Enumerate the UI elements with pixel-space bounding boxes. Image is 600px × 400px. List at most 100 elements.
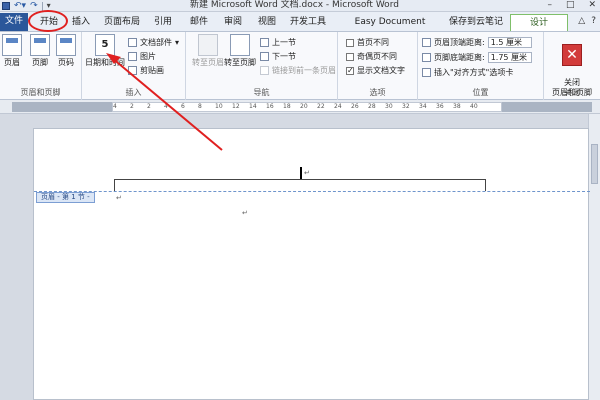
group-header-footer: 页眉 页脚 页码 页眉和页脚 — [0, 32, 82, 100]
customize-qat-icon[interactable]: ▾ — [47, 2, 51, 10]
group-label-insert: 插入 — [125, 88, 142, 97]
group-options: 首页不同 奇偶页不同 ✓ 显示文档文字 选项 — [338, 32, 418, 100]
different-first-page-checkbox[interactable]: 首页不同 — [346, 36, 389, 49]
scrollbar-thumb[interactable] — [591, 144, 598, 184]
footer-distance-input[interactable]: 1.75 厘米 — [487, 52, 532, 63]
ruler-number: 14 — [249, 103, 257, 110]
ribbon-tabs: 文件 开始 插入 页面布局 引用 邮件 审阅 视图 开发工具 Easy Docu… — [0, 12, 600, 44]
goto-header-icon — [198, 34, 218, 56]
header-border-line — [114, 179, 486, 180]
ruler-number: 28 — [368, 103, 376, 110]
next-section-icon — [260, 52, 269, 61]
picture-button[interactable]: 图片 — [128, 50, 156, 63]
body-paragraph-mark: ↵ — [242, 209, 248, 217]
footer-distance-icon — [422, 53, 431, 62]
clipart-button[interactable]: 剪贴画 — [128, 64, 164, 77]
tab-insert[interactable]: 插入 — [68, 14, 94, 31]
header-corner-right — [485, 179, 486, 191]
tab-file[interactable]: 文件 — [0, 13, 28, 31]
tab-mailings[interactable]: 邮件 — [186, 14, 212, 31]
group-position: 页眉顶端距离: 1.5 厘米 页脚底端距离: 1.75 厘米 插入"对齐方式"选… — [418, 32, 544, 100]
horizontal-ruler[interactable]: 4 2 2 4 6 8 10 12 14 16 18 20 22 24 26 28 30 32 34 36 38 40 — [0, 100, 600, 114]
insert-alignment-tab-button[interactable]: 插入"对齐方式"选项卡 — [422, 66, 513, 79]
ruler-number: 26 — [351, 103, 359, 110]
window-title: 新建 Microsoft Word 文档.docx - Microsoft Wo… — [190, 0, 399, 10]
group-label-header-footer: 页眉和页脚 — [20, 88, 61, 97]
checkbox-unchecked-icon — [346, 38, 354, 47]
checkbox-checked-icon: ✓ — [346, 65, 354, 75]
ruler-number: 10 — [215, 103, 223, 110]
tab-easy-document-creator[interactable]: Easy Document Creator — [338, 14, 442, 44]
ruler-left-margin — [12, 102, 112, 112]
group-close: ✕ 关闭 页眉和页脚 关闭 — [544, 32, 600, 100]
header-icon — [2, 34, 22, 56]
ruler-number: 32 — [402, 103, 410, 110]
ruler-number: 30 — [385, 103, 393, 110]
header-distance-icon — [422, 38, 431, 47]
show-document-text-checkbox[interactable]: ✓ 显示文档文字 — [346, 64, 405, 77]
undo-icon[interactable]: ↶▾ — [14, 2, 26, 11]
footer-distance-row: 页脚底端距离: 1.75 厘米 — [422, 51, 532, 64]
ruler-number: 34 — [419, 103, 427, 110]
header-section-tag: 页眉 - 第 1 节 - — [36, 192, 95, 203]
goto-header-button[interactable]: 转至页眉 — [192, 34, 224, 68]
title-bar: ↶▾ ↷ ▾ 新建 Microsoft Word 文档.docx - Micro… — [0, 0, 600, 12]
maximize-button[interactable]: □ — [566, 0, 575, 11]
ruler-number: 4 — [113, 103, 117, 110]
ruler-number: 22 — [317, 103, 325, 110]
tab-references[interactable]: 引用 — [150, 14, 176, 31]
header-distance-row: 页眉顶端距离: 1.5 厘米 — [422, 36, 532, 49]
tab-page-layout[interactable]: 页面布局 — [100, 14, 144, 31]
tag-paragraph-mark: ↵ — [116, 194, 122, 202]
help-icon[interactable]: ? — [591, 16, 596, 26]
footer-icon — [30, 34, 50, 56]
document-page[interactable]: ↵ 页眉 - 第 1 节 - ↵ ↵ — [33, 128, 590, 400]
tab-save-to-cloud-note[interactable]: 保存到云笔记 — [446, 14, 506, 31]
header-boundary-dashed — [34, 191, 590, 192]
vertical-scrollbar[interactable] — [588, 114, 600, 400]
next-section-button[interactable]: 下一节 — [260, 50, 296, 63]
header-distance-input[interactable]: 1.5 厘米 — [487, 37, 532, 48]
goto-footer-button[interactable]: 转至页脚 — [224, 34, 256, 68]
clipart-icon — [128, 66, 137, 75]
ribbon-collapse-icon[interactable]: △ — [578, 16, 585, 26]
prev-section-button[interactable]: 上一节 — [260, 36, 296, 49]
window-controls: – □ ✕ — [547, 0, 596, 11]
ruler-number: 24 — [334, 103, 342, 110]
ruler-number: 40 — [470, 103, 478, 110]
minimize-button[interactable]: – — [547, 0, 552, 11]
ribbon: 页眉 页脚 页码 页眉和页脚 5 日期和时间 文档部件▾ 图片 剪贴画 插入 — [0, 32, 600, 100]
group-label-options: 选项 — [369, 88, 386, 97]
checkbox-unchecked-icon — [346, 52, 354, 61]
save-icon[interactable] — [2, 2, 10, 10]
prev-section-icon — [260, 38, 269, 47]
ruler-number: 20 — [300, 103, 308, 110]
ruler-number: 6 — [181, 103, 185, 110]
doc-parts-icon — [128, 38, 137, 47]
annotation-circle — [28, 10, 68, 32]
link-icon — [260, 66, 269, 75]
tab-developer[interactable]: 开发工具 — [286, 14, 330, 31]
link-to-previous-button[interactable]: 链接到前一条页眉 — [260, 64, 336, 77]
tab-view[interactable]: 视图 — [254, 14, 280, 31]
ruler-number: 4 — [164, 103, 168, 110]
doc-parts-button[interactable]: 文档部件 ▾ — [128, 36, 179, 49]
picture-icon — [128, 52, 137, 61]
close-icon: ✕ — [562, 44, 582, 66]
tab-design[interactable]: 设计 — [510, 14, 568, 31]
ruler-number: 12 — [232, 103, 240, 110]
page-number-button[interactable]: 页码 — [50, 34, 82, 68]
group-insert: 5 日期和时间 文档部件 ▾ 图片 剪贴画 插入 — [82, 32, 186, 100]
tab-review[interactable]: 审阅 — [220, 14, 246, 31]
close-window-button[interactable]: ✕ — [588, 0, 596, 11]
qat-separator — [41, 1, 43, 11]
ruler-number: 36 — [436, 103, 444, 110]
alignment-tab-icon — [422, 68, 431, 77]
ruler-number: 16 — [266, 103, 274, 110]
date-time-button[interactable]: 5 日期和时间 — [84, 34, 126, 68]
tab-right-icons: △ ? — [578, 16, 596, 26]
redo-icon[interactable]: ↷ — [30, 2, 38, 11]
different-odd-even-checkbox[interactable]: 奇偶页不同 — [346, 50, 397, 63]
ruler-right-margin — [502, 102, 592, 112]
page-number-icon — [56, 34, 76, 56]
